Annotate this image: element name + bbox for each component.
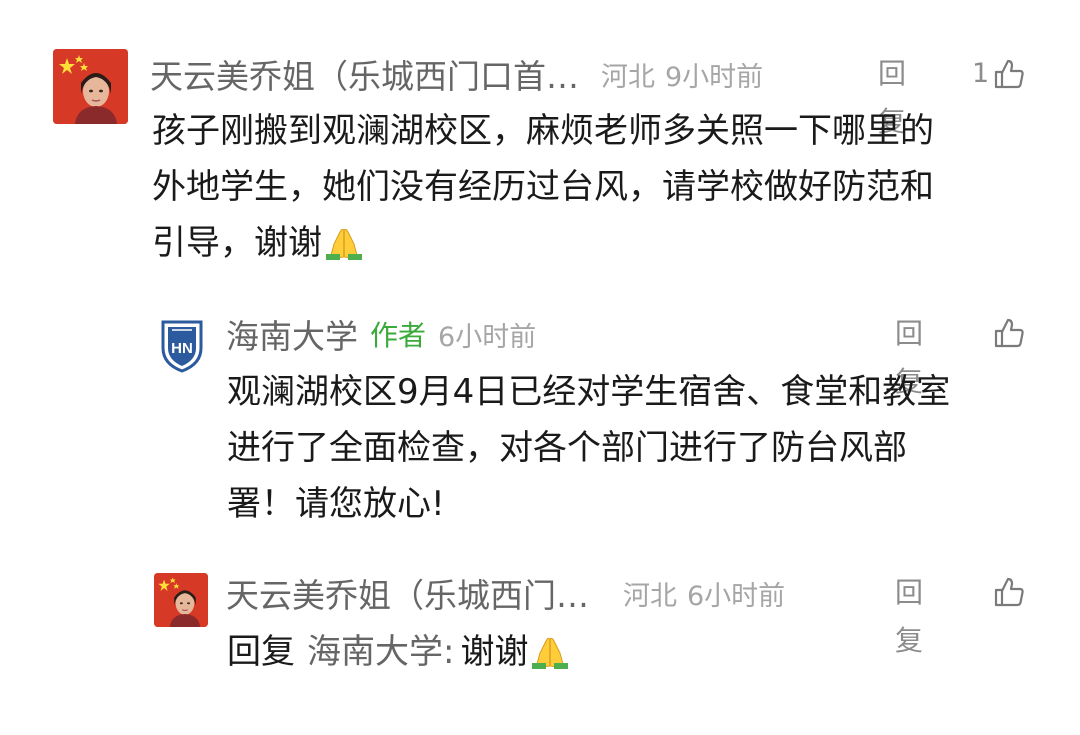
comment-text: 回复 海南大学: 谢谢 [227, 624, 1047, 680]
comment-meta: 海南大学 作者 6小时前 [226, 310, 536, 358]
username[interactable]: 海南大学 [226, 310, 358, 358]
reply-button[interactable]: 回复 [895, 569, 923, 657]
thumbs-up-icon[interactable] [993, 58, 1025, 90]
comment-text-line: 署！请您放心! [227, 484, 445, 524]
thumbs-up-icon[interactable] [993, 576, 1025, 608]
comment-text: 孩子刚搬到观澜湖校区，麻烦老师多关照一下哪里的 外地学生，她们没有经历过台风，请… [152, 103, 1042, 271]
reply-button[interactable]: 回复 [895, 310, 923, 398]
like-count[interactable]: 1 [972, 50, 989, 98]
reply-button[interactable]: 回复 [878, 50, 906, 138]
thumbs-up-icon[interactable] [993, 317, 1025, 349]
location-label: 河北 [601, 61, 655, 93]
comment-meta: 天云美乔姐（乐城西门口首… 河北 9小时前 [150, 50, 763, 98]
timestamp: 9小时前 [665, 61, 764, 93]
comment-text-line: 进行了全面检查，对各个部门进行了防台风部 [227, 428, 907, 468]
comment-meta: 天云美乔姐（乐城西门… 河北 6小时前 [226, 569, 785, 617]
timestamp: 6小时前 [438, 321, 537, 353]
avatar-photo-icon [154, 573, 208, 627]
comment-text-line: 回复 海南大学: 谢谢 [227, 624, 1047, 680]
comment-text-line-content: 引导，谢谢 [152, 223, 322, 263]
username[interactable]: 天云美乔姐（乐城西门口首… [150, 50, 579, 98]
avatar-photo-icon [53, 49, 128, 124]
reply-prefix: 回复 [227, 632, 295, 672]
user-avatar[interactable] [53, 49, 128, 124]
comment-text-line: 外地学生，她们没有经历过台风，请学校做好防范和 [152, 167, 934, 207]
user-avatar[interactable] [154, 573, 208, 627]
location-label: 河北 [623, 580, 677, 612]
comment-text-line: 孩子刚搬到观澜湖校区，麻烦老师多关照一下哪里的 [152, 111, 934, 151]
logo-text: HN [171, 340, 193, 357]
comment-text-line: 引导，谢谢 [152, 215, 1042, 271]
timestamp: 6小时前 [687, 580, 786, 612]
folded-hands-icon [530, 631, 570, 669]
university-logo-icon[interactable]: HN [159, 318, 205, 374]
folded-hands-icon [324, 222, 364, 260]
comment-text: 观澜湖校区9月4日已经对学生宿舍、食堂和教室 进行了全面检查，对各个部门进行了防… [227, 364, 1057, 532]
comment-text-line: 观澜湖校区9月4日已经对学生宿舍、食堂和教室 [227, 372, 951, 412]
author-badge: 作者 [370, 319, 427, 352]
username[interactable]: 天云美乔姐（乐城西门… [226, 569, 589, 617]
reply-to-username[interactable]: 海南大学: [307, 632, 454, 672]
reply-text: 谢谢 [460, 632, 529, 672]
